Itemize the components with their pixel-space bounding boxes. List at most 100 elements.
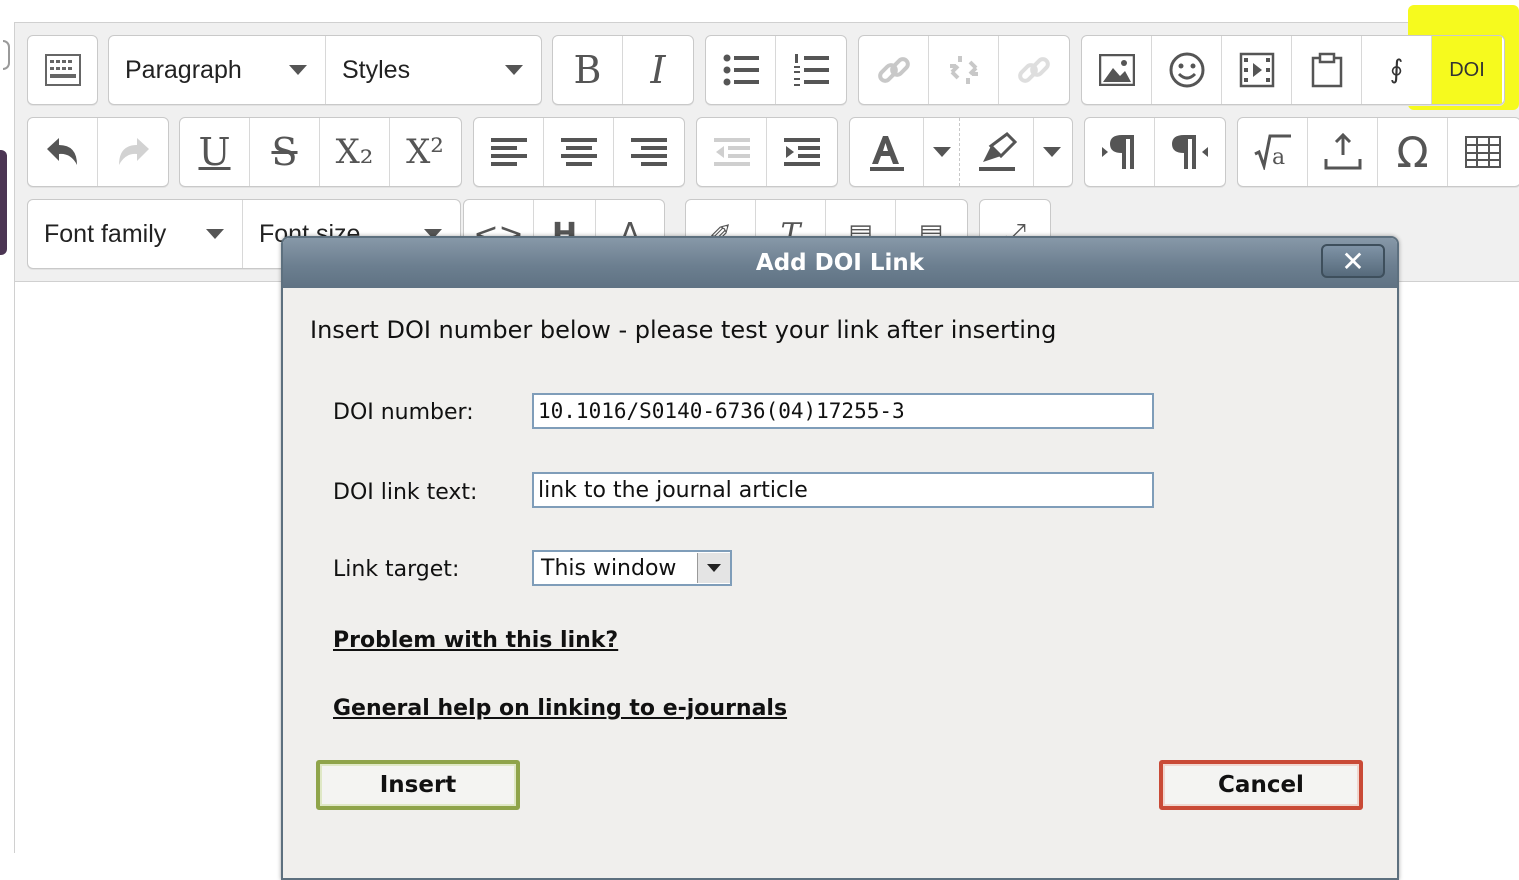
ltr-button[interactable] — [1085, 118, 1155, 186]
link-target-label: Link target: — [333, 557, 460, 582]
doi-number-label: DOI number: — [333, 400, 474, 425]
link-target-value: This window — [541, 555, 677, 581]
numbered-list-icon — [794, 54, 829, 86]
outdent-button[interactable] — [697, 118, 767, 186]
paste-icon — [1311, 52, 1342, 88]
doi-button[interactable]: DOI — [1432, 36, 1502, 104]
toolbar-toggle-group — [27, 35, 98, 105]
toolbar-toggle-button[interactable] — [28, 36, 97, 104]
paragraph-label: Paragraph — [125, 55, 242, 84]
ltr-icon — [1101, 135, 1134, 169]
text-style-group: B I — [552, 35, 694, 105]
media-button[interactable] — [1222, 36, 1292, 104]
doi-link-text-label: DOI link text: — [333, 480, 478, 505]
spellcheck-icon: ∮ — [1389, 55, 1404, 85]
anchor-button[interactable] — [999, 36, 1069, 104]
close-icon: ✕ — [1341, 244, 1365, 278]
bold-icon: B — [573, 48, 602, 92]
problem-link[interactable]: Problem with this link? — [333, 628, 618, 653]
help-link[interactable]: General help on linking to e-journals — [333, 696, 787, 721]
color-group — [849, 117, 1073, 187]
rtl-button[interactable] — [1155, 118, 1225, 186]
text-color-dropdown[interactable] — [924, 118, 960, 186]
strikethrough-icon: S — [271, 130, 298, 174]
superscript-button[interactable]: X² — [390, 118, 460, 186]
extras-group: a Ω — [1237, 117, 1519, 187]
insert-group: ∮ DOI — [1081, 35, 1505, 105]
link-icon — [877, 57, 910, 83]
insert-button[interactable]: Insert — [316, 760, 520, 810]
image-button[interactable] — [1082, 36, 1152, 104]
equation-button[interactable]: a — [1238, 118, 1308, 186]
doi-link-text-input[interactable]: link to the journal article — [532, 472, 1154, 508]
paragraph-dropdown[interactable]: Paragraph — [109, 36, 326, 104]
emoticon-button[interactable] — [1152, 36, 1222, 104]
align-left-button[interactable] — [474, 118, 544, 186]
paste-button[interactable] — [1292, 36, 1362, 104]
numbered-list-button[interactable] — [776, 36, 846, 104]
insert-label: Insert — [379, 772, 457, 798]
align-right-button[interactable] — [614, 118, 684, 186]
emoticon-icon — [1169, 52, 1204, 88]
chevron-down-icon — [707, 564, 721, 572]
dialog-title: Add DOI Link — [755, 250, 925, 276]
styles-dropdown[interactable]: Styles — [326, 36, 541, 104]
close-button[interactable]: ✕ — [1321, 244, 1385, 278]
highlight-dropdown[interactable] — [1034, 118, 1070, 186]
doi-number-input[interactable]: 10.1016/S0140-6736(04)17255-3 — [532, 393, 1154, 429]
indent-group — [696, 117, 838, 187]
subscript-icon: X₂ — [335, 132, 374, 172]
media-icon — [1239, 52, 1274, 88]
dialog-titlebar[interactable]: Add DOI Link ✕ — [283, 238, 1397, 288]
link-button[interactable] — [859, 36, 929, 104]
select-arrow[interactable] — [697, 553, 730, 583]
subscript-button[interactable]: X₂ — [320, 118, 390, 186]
link-group — [858, 35, 1070, 105]
bullet-list-button[interactable] — [706, 36, 776, 104]
table-button[interactable] — [1448, 118, 1518, 186]
toolbar-toggle-icon — [44, 54, 81, 86]
font-family-dropdown[interactable]: Font family — [28, 200, 243, 268]
font-family-label: Font family — [44, 219, 167, 248]
italic-button[interactable]: I — [623, 36, 693, 104]
align-center-icon — [560, 138, 597, 166]
superscript-icon: X² — [406, 132, 444, 172]
link-target-select[interactable]: This window — [532, 550, 732, 586]
chevron-down-icon — [289, 65, 307, 75]
underline-button[interactable]: U — [180, 118, 250, 186]
redo-icon — [119, 138, 149, 165]
highlight-button[interactable] — [960, 118, 1034, 186]
indent-button[interactable] — [767, 118, 837, 186]
chevron-down-icon — [1043, 147, 1061, 157]
format-dropdowns: Paragraph Styles — [108, 35, 542, 105]
undo-icon — [46, 138, 77, 165]
highlight-icon — [978, 132, 1017, 171]
svg-text:a: a — [1272, 145, 1285, 170]
align-group — [473, 117, 685, 187]
text-color-button[interactable] — [850, 118, 924, 186]
upload-button[interactable] — [1308, 118, 1378, 186]
align-center-button[interactable] — [544, 118, 614, 186]
background-decoration — [3, 40, 10, 70]
table-icon — [1465, 136, 1501, 168]
equation-icon: a — [1253, 134, 1291, 170]
unlink-icon — [949, 56, 978, 84]
redo-button[interactable] — [98, 118, 168, 186]
undo-button[interactable] — [28, 118, 98, 186]
cancel-label: Cancel — [1218, 772, 1304, 798]
styles-label: Styles — [342, 55, 411, 84]
anchor-icon — [1018, 57, 1050, 83]
spellcheck-button[interactable]: ∮ — [1362, 36, 1432, 104]
chevron-down-icon — [932, 147, 951, 157]
unlink-button[interactable] — [929, 36, 999, 104]
chevron-down-icon — [505, 65, 523, 75]
special-character-button[interactable]: Ω — [1378, 118, 1448, 186]
bullet-list-icon — [723, 54, 759, 86]
indent-icon — [784, 138, 820, 166]
upload-icon — [1324, 133, 1361, 170]
strikethrough-button[interactable]: S — [250, 118, 320, 186]
cancel-button[interactable]: Cancel — [1159, 760, 1363, 810]
doi-icon: DOI — [1449, 58, 1485, 81]
bold-button[interactable]: B — [553, 36, 623, 104]
align-left-icon — [490, 138, 527, 166]
